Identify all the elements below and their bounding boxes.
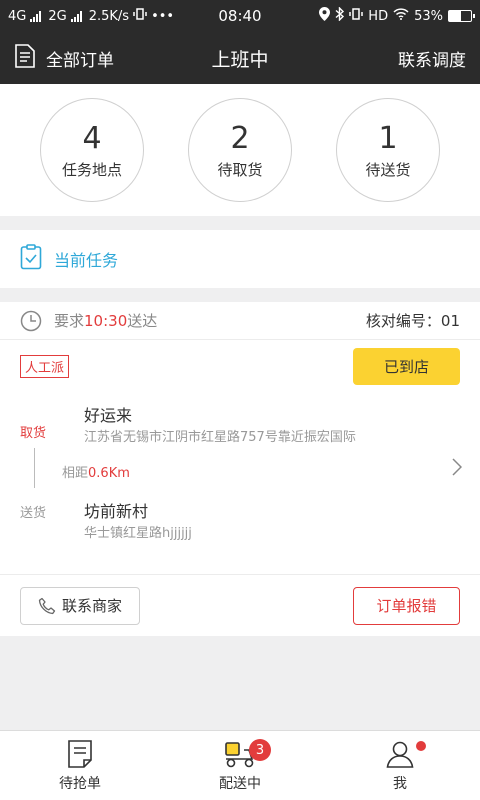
stats-panel: 4 任务地点 2 待取货 1 待送货 <box>0 84 480 216</box>
contact-dispatch-button[interactable]: 联系调度 <box>398 46 480 71</box>
distance-value: 0.6Km <box>88 466 130 481</box>
document-icon <box>14 43 36 73</box>
report-error-button[interactable]: 订单报错 <box>353 586 460 625</box>
wifi-icon <box>393 8 409 24</box>
clock-icon <box>20 310 42 332</box>
bottom-tab-bar: 待抢单 配送中 3 我 <box>0 730 480 800</box>
stat-number: 2 <box>230 120 250 156</box>
stat-label: 任务地点 <box>61 160 122 179</box>
time-prefix: 要求 <box>54 312 85 330</box>
route-info[interactable]: 取货 送货 好运来 江苏省无锡市江阴市红星路757号靠近振宏国际 相距0.6Km… <box>0 392 480 574</box>
time-suffix: 送达 <box>127 312 158 330</box>
delivering-count-badge: 3 <box>249 739 271 761</box>
app-header: 全部订单 上班中 联系调度 <box>0 32 480 84</box>
clipboard-check-icon <box>20 244 42 274</box>
delivery-label: 送货 <box>20 506 47 521</box>
notification-dot <box>416 741 426 751</box>
stat-label: 待送货 <box>365 160 411 179</box>
user-icon <box>385 739 415 769</box>
delivery-name: 坊前新村 <box>84 502 149 521</box>
signal-icon <box>70 10 82 22</box>
tab-label: 待抢单 <box>59 775 101 792</box>
status-bar: 4G 2G 2.5K/s ••• 08:40 HD 53% <box>0 0 480 32</box>
network-type-1: 4G <box>8 8 27 24</box>
current-task-label: 当前任务 <box>54 251 119 270</box>
phone-icon <box>38 597 56 615</box>
tab-label: 配送中 <box>219 775 261 792</box>
contact-merchant-button[interactable]: 联系商家 <box>20 586 140 625</box>
order-list-icon <box>67 739 93 769</box>
contact-merchant-label: 联系商家 <box>61 597 122 615</box>
distance: 相距0.6Km <box>62 462 130 481</box>
task-card: 要求 10:30 送达 核对编号：01 人工派 已到店 取货 送货 好运来 江苏… <box>0 302 480 636</box>
distance-prefix: 相距 <box>62 466 89 481</box>
pickup-label: 取货 <box>20 426 47 441</box>
vibrate-icon <box>133 8 147 24</box>
hd-label: HD <box>368 8 389 24</box>
verify-label: 核对编号： <box>365 312 441 330</box>
stat-pending-delivery[interactable]: 1 待送货 <box>336 98 440 202</box>
stat-task-locations[interactable]: 4 任务地点 <box>40 98 144 202</box>
stat-label: 待取货 <box>217 160 263 179</box>
current-task-bar[interactable]: 当前任务 <box>0 230 480 288</box>
stat-number: 1 <box>378 120 398 156</box>
all-orders-label: 全部订单 <box>46 50 114 71</box>
delivery-address: 华士镇红星路hjjjjjj <box>84 526 192 541</box>
stat-number: 4 <box>82 120 102 156</box>
pickup-name: 好运来 <box>84 406 133 425</box>
tab-delivering[interactable]: 配送中 3 <box>160 731 320 800</box>
task-actions: 联系商家 订单报错 <box>0 574 480 636</box>
verify-number: 核对编号：01 <box>366 310 460 331</box>
delivery-time-row: 要求 10:30 送达 核对编号：01 <box>0 302 480 340</box>
all-orders-button[interactable]: 全部订单 <box>0 43 114 73</box>
manual-dispatch-tag: 人工派 <box>20 354 70 378</box>
required-time: 10:30 <box>84 311 128 330</box>
assignment-row: 人工派 已到店 <box>0 340 480 392</box>
more-dots: ••• <box>151 8 175 24</box>
pickup-address: 江苏省无锡市江阴市红星路757号靠近振宏国际 <box>84 430 356 445</box>
network-speed: 2.5K/s <box>88 8 130 24</box>
verify-value: 01 <box>440 312 460 330</box>
battery-percent: 53% <box>414 8 443 24</box>
tab-me[interactable]: 我 <box>320 731 480 800</box>
stat-pending-pickup[interactable]: 2 待取货 <box>188 98 292 202</box>
location-icon <box>319 7 331 25</box>
arrived-at-store-button[interactable]: 已到店 <box>353 347 460 385</box>
battery-icon <box>448 10 475 22</box>
tab-grab-orders[interactable]: 待抢单 <box>0 731 160 800</box>
tab-label: 我 <box>393 775 407 792</box>
signal-icon <box>30 10 42 22</box>
bluetooth-icon <box>335 6 345 25</box>
route-connector-line <box>34 448 35 488</box>
chevron-right-icon[interactable] <box>452 458 463 480</box>
network-type-2: 2G <box>48 8 67 24</box>
vibrate-mode-icon <box>349 8 364 24</box>
